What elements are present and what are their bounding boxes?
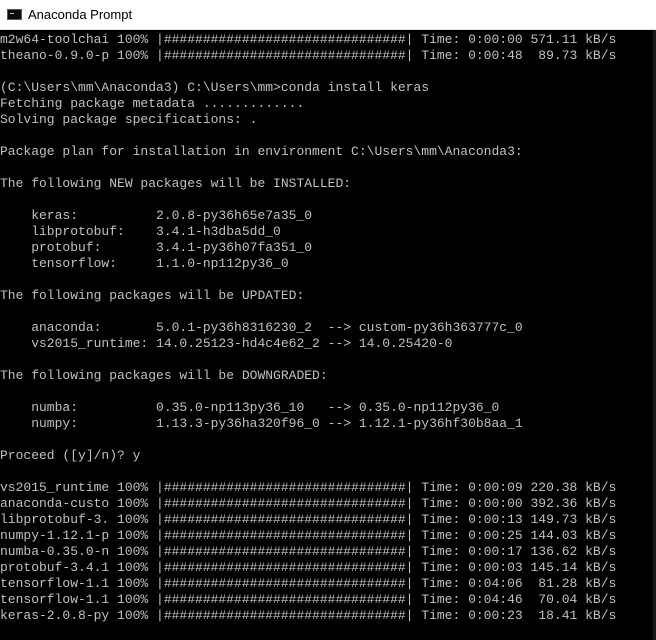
console-line: numpy: 1.13.3-py36ha320f96_0 --> 1.12.1-…: [0, 416, 523, 431]
console-line: Package plan for installation in environ…: [0, 144, 523, 159]
console-line: protobuf: 3.4.1-py36h07fa351_0: [0, 240, 313, 255]
console-line: vs2015_runtime: 14.0.25123-hd4c4e62_2 --…: [0, 336, 453, 351]
console-line: vs2015_runtime 100% |###################…: [0, 480, 617, 495]
console-line: keras: 2.0.8-py36h65e7a35_0: [0, 208, 313, 223]
console-line: tensorflow-1.1 100% |###################…: [0, 592, 617, 607]
console-line: theano-0.9.0-p 100% |###################…: [0, 48, 617, 63]
console-line: numba: 0.35.0-np113py36_10 --> 0.35.0-np…: [0, 400, 500, 415]
console-icon: [7, 9, 22, 20]
title-bar[interactable]: Anaconda Prompt: [0, 0, 656, 30]
anaconda-prompt-window: Anaconda Prompt m2w64-toolchai 100% |###…: [0, 0, 656, 640]
console-line: m2w64-toolchai 100% |###################…: [0, 32, 617, 47]
console-line: libprotobuf-3. 100% |###################…: [0, 512, 617, 527]
console-line: libprotobuf: 3.4.1-h3dba5dd_0: [0, 224, 281, 239]
window-title: Anaconda Prompt: [28, 7, 133, 22]
console-line: The following NEW packages will be INSTA…: [0, 176, 352, 191]
console-line: tensorflow-1.1 100% |###################…: [0, 576, 617, 591]
console-line: The following packages will be DOWNGRADE…: [0, 368, 328, 383]
console-line: The following packages will be UPDATED:: [0, 288, 305, 303]
console-line: Proceed ([y]/n)? y: [0, 448, 141, 463]
console-line: (C:\Users\mm\Anaconda3) C:\Users\mm>cond…: [0, 80, 430, 95]
console-line: numpy-1.12.1-p 100% |###################…: [0, 528, 617, 543]
console-output[interactable]: m2w64-toolchai 100% |###################…: [0, 30, 656, 640]
console-line: tensorflow: 1.1.0-np112py36_0: [0, 256, 289, 271]
console-line: protobuf-3.4.1 100% |###################…: [0, 560, 617, 575]
console-line: anaconda-custo 100% |###################…: [0, 496, 617, 511]
console-line: keras-2.0.8-py 100% |###################…: [0, 608, 617, 623]
console-line: anaconda: 5.0.1-py36h8316230_2 --> custo…: [0, 320, 523, 335]
console-line: Solving package specifications: .: [0, 112, 258, 127]
console-line: Fetching package metadata .............: [0, 96, 305, 111]
console-line: numba-0.35.0-n 100% |###################…: [0, 544, 617, 559]
